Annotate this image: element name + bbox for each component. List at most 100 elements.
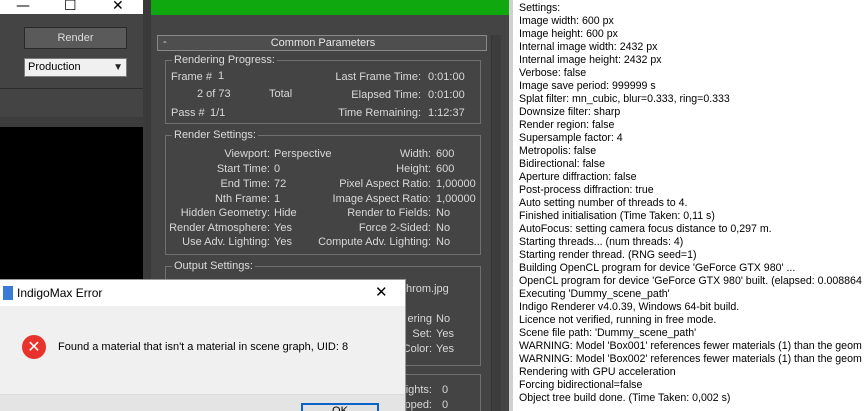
log-line: Metropolis: false [519,145,597,157]
render-log-panel[interactable]: Settings: Image width: 600 px Image heig… [509,0,866,411]
lights-value: 0 [442,384,449,396]
end-time-value: 72 [274,178,287,190]
start-time-label: Start Time: [216,163,270,175]
preset-dropdown-value: Production [28,61,81,73]
dialog-title: IndigoMax Error [17,286,103,300]
height-value: 600 [436,163,455,175]
image-aspect-label: Image Aspect Ratio: [332,193,431,205]
error-message: Found a material that isn't a material i… [58,341,349,353]
log-line: Starting render thread. (RNG seed=1) [519,249,697,261]
use-adv-lighting-label: Use Adv. Lighting: [182,236,270,248]
end-time-label: End Time: [220,178,270,190]
viewport-header [0,117,143,127]
force-2-sided-label: Force 2-Sided: [358,222,431,234]
log-line: Image width: 600 px [519,15,614,27]
elapsed-time-label: Elapsed Time: [351,89,421,101]
log-line: AutoFocus: setting camera focus distance… [519,223,772,235]
app-icon [3,286,13,300]
rendering-progress-group: Rendering Progress: Frame # 1 2 of 73 To… [165,54,481,124]
force-2-sided-value: No [436,222,451,234]
log-line: WARNING: Model 'Box001' references fewer… [519,340,862,352]
log-line: Render region: false [519,119,615,131]
log-line: Rendering with GPU acceleration [519,366,676,378]
log-line: Aperture diffraction: false [519,171,637,183]
log-line: Supersample factor: 4 [519,132,623,144]
mapped-value: 0 [442,399,449,411]
maximize-icon[interactable]: ☐ [64,0,77,14]
frame-of-total: 2 of 73 [197,88,231,100]
log-line: Auto setting number of threads to 4. [519,197,688,209]
log-line: Post-process diffraction: true [519,184,654,196]
output-filename: hrom.jpg [406,283,449,295]
main-window-titlebar: — ☐ ✕ [0,0,143,14]
error-icon: ✕ [22,335,46,359]
log-line: Forcing bidirectional=false [519,379,643,391]
width-label: Width: [399,148,431,160]
log-line: OpenCL program for device 'GeForce GTX 9… [519,275,862,287]
output-row-value: No [436,313,451,325]
close-icon[interactable]: ✕ [375,283,388,301]
rendered-frame-viewport [0,127,143,287]
output-row-value: Yes [436,343,454,355]
log-line: Verbose: false [519,67,587,79]
render-button[interactable]: Render [24,27,127,49]
group-title: Output Settings: [172,260,255,272]
log-line: Indigo Renderer v4.0.39, Windows 64-bit … [519,301,740,313]
render-atmosphere-value: Yes [274,222,292,234]
group-title: Rendering Progress: [172,54,277,66]
hidden-geometry-label: Hidden Geometry: [180,207,270,219]
log-line: Internal image width: 2432 px [519,41,658,53]
time-remaining-value: 1:12:37 [428,107,465,119]
divider [0,88,143,89]
nth-frame-value: 1 [274,193,281,205]
log-line: Downsize filter: sharp [519,106,621,118]
compute-adv-lighting-label: Compute Adv. Lighting: [318,236,431,248]
log-line: Image save period: 999999 s [519,80,656,92]
render-to-fields-value: No [436,207,451,219]
log-line: Scene file path: 'Dummy_scene_path' [519,327,697,339]
frame-label: Frame # [171,71,212,83]
use-adv-lighting-value: Yes [274,236,292,248]
elapsed-time-value: 0:01:00 [428,89,465,101]
log-line: Internal image height: 2432 px [519,54,662,66]
pixel-aspect-label: Pixel Aspect Ratio: [339,178,431,190]
log-line: Starting threads... (num threads: 4) [519,236,684,248]
hidden-geometry-value: Hide [274,207,297,219]
output-row-value: Yes [436,328,454,340]
render-to-fields-label: Render to Fields: [347,207,431,219]
last-frame-time-value: 0:01:00 [428,71,465,83]
error-dialog: IndigoMax Error ✕ ✕ Found a material tha… [0,279,406,411]
log-line: Finished initialisation (Time Taken: 0,1… [519,210,715,222]
group-title: Render Settings: [172,129,258,141]
compute-adv-lighting-value: No [436,236,451,248]
viewport-label: Viewport: [224,148,270,160]
frame-value: 1 [218,70,225,82]
chevron-down-icon: ▼ [113,62,123,73]
render-settings-group: Render Settings: Viewport: Perspective S… [165,129,481,255]
log-line: Object tree build done. (Time Taken: 0,0… [519,392,731,404]
last-frame-time-label: Last Frame Time: [335,71,421,83]
common-parameters-rollout[interactable]: - Common Parameters [157,35,487,51]
rollout-title: Common Parameters [270,37,376,49]
log-line: Executing 'Dummy_scene_path' [519,288,670,300]
start-time-value: 0 [274,163,281,175]
close-icon[interactable]: ✕ [112,0,124,14]
minimize-icon[interactable]: — [16,0,30,14]
nth-frame-label: Nth Frame: [214,193,270,205]
render-atmosphere-label: Render Atmosphere: [169,222,270,234]
render-progress-bar [151,0,509,15]
pixel-aspect-value: 1,00000 [436,178,476,190]
time-remaining-label: Time Remaining: [338,107,421,119]
width-value: 600 [436,148,455,160]
scrollbar[interactable] [491,35,501,411]
preset-dropdown[interactable]: Production ▼ [24,58,127,77]
log-line: Settings: [519,2,561,14]
pass-value: 1/1 [210,107,226,119]
log-line: WARNING: Model 'Box002' references fewer… [519,353,862,365]
dialog-titlebar[interactable]: IndigoMax Error ✕ [0,280,405,306]
ok-button[interactable]: OK [301,403,379,411]
pass-label: Pass # [171,107,205,119]
height-label: Height: [396,163,431,175]
total-label: Total [269,88,293,100]
log-line: Splat filter: mn_cubic, blur=0.333, ring… [519,93,730,105]
